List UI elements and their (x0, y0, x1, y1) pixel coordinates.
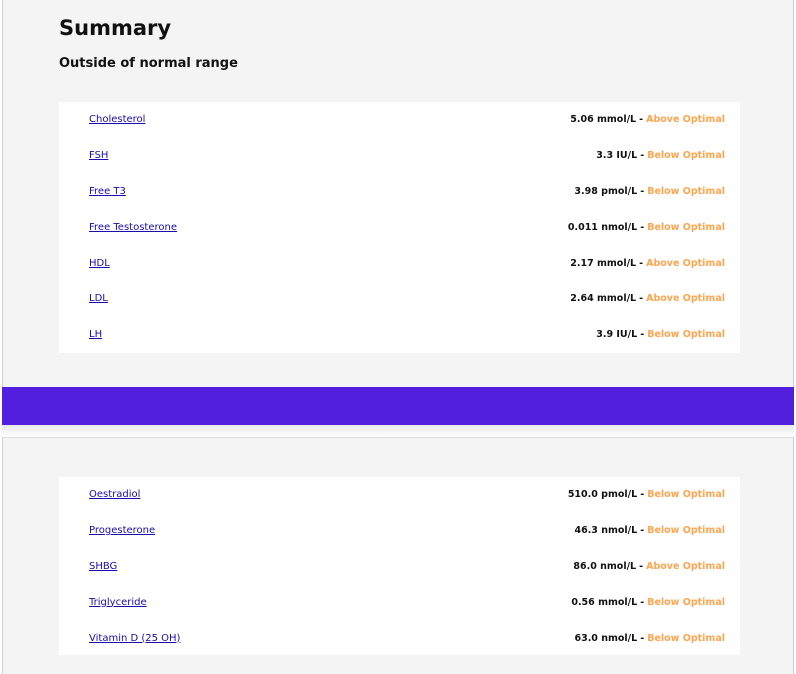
marker-result: 5.06 mmol/L - Above Optimal (570, 114, 725, 126)
marker-link-hdl[interactable]: HDL (89, 258, 110, 269)
marker-link-free-t3[interactable]: Free T3 (89, 186, 126, 197)
marker-row: LDL 2.64 mmol/L - Above Optimal (59, 281, 740, 317)
marker-status: Below Optimal (647, 329, 725, 341)
marker-status: Below Optimal (647, 632, 725, 644)
report-page-1: Summary Outside of normal range Choleste… (2, 0, 794, 387)
marker-status: Below Optimal (647, 185, 725, 197)
marker-value: 2.64 mmol/L (570, 293, 637, 305)
marker-result: 86.0 nmol/L - Above Optimal (573, 560, 725, 572)
marker-value: 3.9 IU/L (596, 329, 638, 341)
marker-link-ldl[interactable]: LDL (89, 293, 108, 304)
marker-row: HDL 2.17 mmol/L - Above Optimal (59, 245, 740, 281)
marker-value: 3.3 IU/L (596, 150, 638, 162)
marker-link-shbg[interactable]: SHBG (89, 561, 117, 572)
marker-row: Free Testosterone 0.011 nmol/L - Below O… (59, 209, 740, 245)
marker-value: 0.011 nmol/L (567, 221, 638, 233)
marker-status: Below Optimal (647, 525, 725, 537)
marker-value: 0.56 mmol/L (571, 596, 638, 608)
marker-link-lh[interactable]: LH (89, 329, 102, 340)
summary-subtitle: Outside of normal range (59, 56, 238, 71)
page-break-band (2, 387, 794, 425)
marker-row: LH 3.9 IU/L - Below Optimal (59, 317, 740, 353)
marker-row: SHBG 86.0 nmol/L - Above Optimal (59, 549, 740, 585)
marker-status: Below Optimal (647, 221, 725, 233)
marker-link-fsh[interactable]: FSH (89, 150, 108, 161)
marker-status: Below Optimal (647, 489, 725, 501)
marker-result: 510.0 pmol/L - Below Optimal (567, 489, 725, 501)
marker-status: Above Optimal (646, 293, 725, 305)
marker-status: Above Optimal (646, 257, 725, 269)
out-of-range-card-continued: Oestradiol 510.0 pmol/L - Below Optimal … (59, 477, 740, 655)
marker-result: 46.3 nmol/L - Below Optimal (574, 525, 725, 537)
marker-row: FSH 3.3 IU/L - Below Optimal (59, 138, 740, 174)
marker-result: 2.64 mmol/L - Above Optimal (570, 293, 725, 305)
marker-link-vitamin-d[interactable]: Vitamin D (25 OH) (89, 633, 180, 644)
marker-link-oestradiol[interactable]: Oestradiol (89, 489, 140, 500)
marker-row: Vitamin D (25 OH) 63.0 nmol/L - Below Op… (59, 620, 740, 656)
marker-result: 3.3 IU/L - Below Optimal (596, 150, 725, 162)
marker-status: Above Optimal (646, 560, 725, 572)
summary-title: Summary (59, 16, 172, 40)
out-of-range-card: Cholesterol 5.06 mmol/L - Above Optimal … (59, 102, 740, 353)
marker-result: 63.0 nmol/L - Below Optimal (574, 632, 725, 644)
marker-value: 5.06 mmol/L (570, 114, 637, 126)
marker-link-triglyceride[interactable]: Triglyceride (89, 597, 147, 608)
marker-row: Triglyceride 0.56 mmol/L - Below Optimal (59, 584, 740, 620)
marker-result: 2.17 mmol/L - Above Optimal (570, 257, 725, 269)
marker-result: 0.56 mmol/L - Below Optimal (571, 596, 725, 608)
marker-status: Below Optimal (647, 596, 725, 608)
marker-link-cholesterol[interactable]: Cholesterol (89, 114, 145, 125)
marker-status: Below Optimal (647, 150, 725, 162)
marker-value: 510.0 pmol/L (567, 489, 638, 501)
marker-row: Oestradiol 510.0 pmol/L - Below Optimal (59, 477, 740, 513)
marker-status: Above Optimal (646, 114, 725, 126)
marker-value: 63.0 nmol/L (574, 632, 638, 644)
marker-row: Free T3 3.98 pmol/L - Below Optimal (59, 174, 740, 210)
report-page-2: Oestradiol 510.0 pmol/L - Below Optimal … (2, 437, 794, 674)
marker-value: 86.0 nmol/L (573, 560, 637, 572)
marker-link-free-testosterone[interactable]: Free Testosterone (89, 222, 177, 233)
marker-result: 3.98 pmol/L - Below Optimal (574, 185, 725, 197)
page-gap (2, 425, 794, 437)
marker-row: Progesterone 46.3 nmol/L - Below Optimal (59, 513, 740, 549)
marker-row: Cholesterol 5.06 mmol/L - Above Optimal (59, 102, 740, 138)
marker-link-progesterone[interactable]: Progesterone (89, 525, 155, 536)
marker-result: 3.9 IU/L - Below Optimal (596, 329, 725, 341)
marker-result: 0.011 nmol/L - Below Optimal (567, 221, 725, 233)
marker-value: 3.98 pmol/L (574, 185, 638, 197)
marker-value: 2.17 mmol/L (570, 257, 637, 269)
marker-value: 46.3 nmol/L (574, 525, 638, 537)
